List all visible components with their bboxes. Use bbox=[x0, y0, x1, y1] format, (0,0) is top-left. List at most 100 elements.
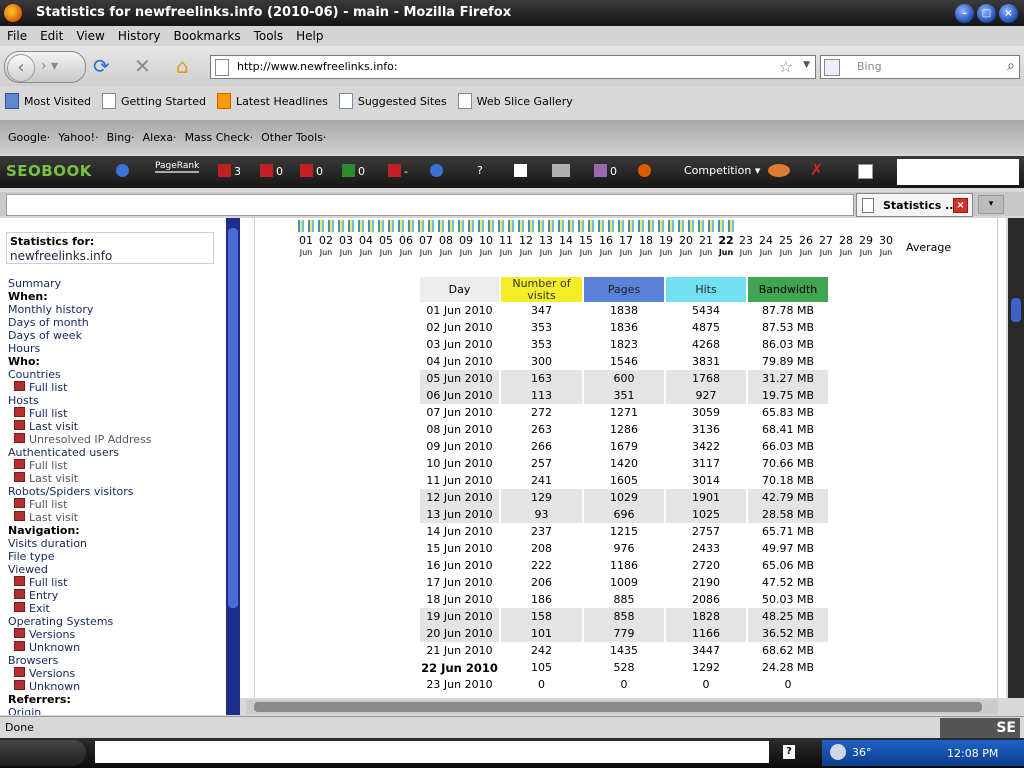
menu-view[interactable]: View bbox=[69, 26, 110, 46]
sidebar-sub-link[interactable]: Last visit bbox=[29, 472, 78, 485]
sidebar-scroll-thumb[interactable] bbox=[228, 228, 238, 608]
engine-google[interactable]: Google· bbox=[8, 131, 50, 144]
start-button[interactable] bbox=[0, 740, 86, 766]
menu-help[interactable]: Help bbox=[289, 26, 329, 46]
disable-icon[interactable]: ✗ bbox=[810, 160, 823, 179]
seo-input[interactable] bbox=[897, 159, 1019, 185]
taskbar: ? 36° 12:08 PM bbox=[0, 738, 1024, 768]
sidebar-sub-link[interactable]: Full list bbox=[29, 576, 67, 589]
back-button[interactable]: ‹ bbox=[7, 54, 35, 82]
day-number: 18 bbox=[639, 234, 653, 247]
weather-icon[interactable] bbox=[830, 744, 846, 760]
sidebar-menu-item[interactable]: Robots/Spiders visitors bbox=[8, 485, 152, 498]
sidebar-sub-link[interactable]: Unknown bbox=[29, 680, 80, 693]
table-row: 04 Jun 2010 300 1546 3831 79.89 MB bbox=[420, 353, 828, 370]
notes-icon[interactable] bbox=[858, 164, 876, 180]
seo-count-1[interactable]: 3 bbox=[218, 164, 241, 178]
menu-tools[interactable]: Tools bbox=[247, 26, 290, 46]
seo-count-6[interactable]: ? bbox=[477, 164, 483, 177]
bookmark-suggested-sites[interactable]: Suggested Sites bbox=[338, 93, 447, 109]
forward-button[interactable]: › ▾ bbox=[41, 58, 58, 74]
sidebar-menu-item[interactable]: Origin bbox=[8, 706, 152, 715]
minimize-button[interactable]: – bbox=[955, 4, 974, 23]
clock[interactable]: 12:08 PM bbox=[947, 747, 998, 760]
sidebar-sub-link[interactable]: Versions bbox=[29, 628, 75, 641]
search-engine-icon[interactable] bbox=[824, 59, 840, 76]
bookmark-getting-started[interactable]: Getting Started bbox=[101, 93, 206, 109]
reload-icon[interactable]: ⟳ bbox=[93, 56, 110, 76]
fire-icon[interactable] bbox=[638, 164, 654, 178]
menu-history[interactable]: History bbox=[111, 26, 167, 46]
tab-list-button[interactable]: ▾ bbox=[978, 195, 1004, 214]
tab-statistics[interactable]: Statistics ... × bbox=[856, 193, 973, 217]
engine-alexa[interactable]: Alexa· bbox=[143, 131, 177, 144]
page-scroll-thumb[interactable] bbox=[1011, 298, 1021, 322]
sidebar-menu-item[interactable]: Viewed bbox=[8, 563, 152, 576]
horizontal-scrollbar[interactable] bbox=[246, 700, 998, 714]
sidebar-menu-item[interactable]: Monthly history bbox=[8, 303, 152, 316]
help-icon[interactable]: ? bbox=[783, 745, 795, 759]
bookmark-star-icon[interactable]: ☆ bbox=[779, 57, 793, 76]
pagerank-meter[interactable]: PageRank bbox=[155, 161, 200, 173]
sidebar-sub-link[interactable]: Full list bbox=[29, 407, 67, 420]
sidebar-menu-item[interactable]: Days of month bbox=[8, 316, 152, 329]
sidebar-sub-link[interactable]: Unknown bbox=[29, 641, 80, 654]
sidebar-sub-link[interactable]: Full list bbox=[29, 381, 67, 394]
close-tab-icon[interactable]: × bbox=[953, 198, 968, 213]
seo-count-5[interactable]: - bbox=[388, 164, 408, 178]
horizontal-scroll-thumb[interactable] bbox=[254, 702, 982, 712]
sidebar-menu-item[interactable]: File type bbox=[8, 550, 152, 563]
seo-count-7[interactable]: 0 bbox=[594, 164, 617, 178]
menu-edit[interactable]: Edit bbox=[33, 26, 69, 46]
wikipedia-icon[interactable] bbox=[514, 164, 530, 178]
sidebar-menu-item[interactable]: Visits duration bbox=[8, 537, 152, 550]
sidebar-sub-link[interactable]: Entry bbox=[29, 589, 58, 602]
sidebar-sub-link[interactable]: Unresolved IP Address bbox=[29, 433, 152, 446]
sidebar-menu-item[interactable]: Summary bbox=[8, 277, 152, 290]
archive-icon[interactable] bbox=[552, 164, 573, 178]
competition-dropdown[interactable]: Competition ▾ bbox=[684, 164, 760, 177]
url-dropdown-icon[interactable]: ▼ bbox=[803, 60, 810, 70]
sidebar-sub-link[interactable]: Last visit bbox=[29, 511, 78, 524]
sub-item-icon bbox=[14, 472, 25, 482]
sidebar-sub-link[interactable]: Full list bbox=[29, 498, 67, 511]
sidebar-menu-item[interactable]: Countries bbox=[8, 368, 152, 381]
engine-other-tools[interactable]: Other Tools· bbox=[261, 131, 326, 144]
page-scrollbar[interactable] bbox=[1008, 218, 1024, 698]
engine-mass-check[interactable]: Mass Check· bbox=[185, 131, 254, 144]
seo-count-4[interactable]: 0 bbox=[342, 164, 365, 178]
sidebar-sub-link[interactable]: Exit bbox=[29, 602, 50, 615]
sidebar-sub-link[interactable]: Full list bbox=[29, 459, 67, 472]
maximize-button[interactable]: □ bbox=[977, 4, 996, 23]
info-icon[interactable] bbox=[116, 164, 132, 178]
sidebar-menu-item[interactable]: Authenticated users bbox=[8, 446, 152, 459]
seo-status-badge[interactable]: SE bbox=[940, 718, 1020, 738]
bookmark-most-visited[interactable]: Most Visited bbox=[5, 93, 91, 109]
sidebar-menu-item[interactable]: Hosts bbox=[8, 394, 152, 407]
menu-file[interactable]: File bbox=[0, 26, 33, 46]
sidebar-menu-item[interactable]: Operating Systems bbox=[8, 615, 152, 628]
seo-count-3[interactable]: 0 bbox=[300, 164, 323, 178]
sidebar-menu-item[interactable]: Days of week bbox=[8, 329, 152, 342]
bookmark-latest-headlines[interactable]: Latest Headlines bbox=[217, 93, 328, 109]
sidebar-scrollbar[interactable] bbox=[226, 218, 240, 715]
search-icon[interactable]: ⌕ bbox=[1007, 58, 1015, 74]
sidebar-menu-item[interactable]: Browsers bbox=[8, 654, 152, 667]
plugin-icon[interactable] bbox=[768, 164, 793, 178]
sidebar-sub-link[interactable]: Versions bbox=[29, 667, 75, 680]
stop-icon[interactable]: ✕ bbox=[134, 56, 151, 76]
target-icon[interactable] bbox=[430, 164, 446, 178]
seo-count-2[interactable]: 0 bbox=[260, 164, 283, 178]
bookmark-web-slice-gallery[interactable]: Web Slice Gallery bbox=[457, 93, 573, 109]
menu-bookmarks[interactable]: Bookmarks bbox=[167, 26, 247, 46]
sidebar-sub-link[interactable]: Last visit bbox=[29, 420, 78, 433]
search-box[interactable]: Bing ⌕ bbox=[820, 55, 1020, 79]
address-bar[interactable]: http://www.newfreelinks.info: ☆ ▼ bbox=[210, 55, 816, 79]
close-button[interactable]: × bbox=[999, 4, 1018, 23]
engine-yahoo[interactable]: Yahoo!· bbox=[58, 131, 98, 144]
sidebar-menu-item[interactable]: Hours bbox=[8, 342, 152, 355]
seobook-logo[interactable]: SEOBOOK bbox=[6, 162, 92, 180]
engine-bing[interactable]: Bing· bbox=[107, 131, 135, 144]
taskbar-input[interactable] bbox=[95, 741, 769, 763]
home-icon[interactable]: ⌂ bbox=[176, 56, 189, 76]
